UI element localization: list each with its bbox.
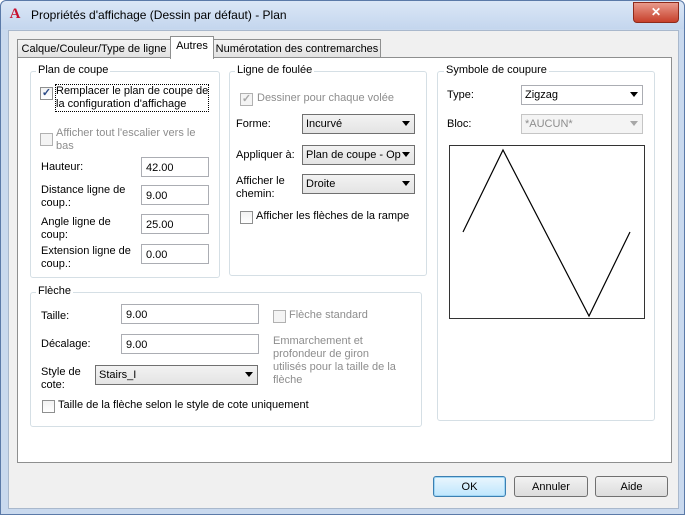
decalage-input[interactable]: 9.00 <box>121 334 259 354</box>
standard-arrow-checkbox[interactable] <box>273 310 286 323</box>
show-ramp-arrows-label: Afficher les flèches de la rampe <box>256 210 410 222</box>
group-title-ligne-de-foulee: Ligne de foulée <box>235 64 315 76</box>
decalage-label: Décalage: <box>41 338 91 350</box>
cancel-button[interactable]: Annuler <box>514 476 588 497</box>
draw-each-flight-label: Dessiner pour chaque volée <box>257 92 394 104</box>
extension-label: Extension ligne de coup.: <box>41 245 131 270</box>
tab-calque-couleur[interactable]: Calque/Couleur/Type de ligne <box>17 39 171 58</box>
chevron-down-icon <box>402 181 410 186</box>
group-title-symbole-coupure: Symbole de coupure <box>444 64 549 76</box>
type-select[interactable]: Zigzag <box>521 85 643 105</box>
chevron-down-icon <box>630 121 638 126</box>
hauteur-label: Hauteur: <box>41 161 84 173</box>
close-icon: ✕ <box>650 5 662 19</box>
chevron-down-icon <box>402 121 410 126</box>
size-by-dimstyle-label: Taille de la flèche selon le style de co… <box>58 399 309 411</box>
taille-label: Taille: <box>41 310 70 322</box>
draw-each-flight-checkbox[interactable]: ✓ <box>240 93 253 106</box>
afficher-chemin-label: Afficher le chemin: <box>236 175 285 200</box>
break-symbol-preview <box>449 145 645 319</box>
chevron-down-icon <box>245 372 253 377</box>
standard-arrow-label: Flèche standard <box>289 309 368 321</box>
chevron-down-icon <box>402 152 410 157</box>
style-cote-label: Style de cote: <box>41 366 81 391</box>
autocad-app-icon: A <box>9 6 21 22</box>
appliquer-label: Appliquer à: <box>236 149 295 161</box>
hauteur-input[interactable]: 42.00 <box>141 157 209 177</box>
distance-input[interactable]: 9.00 <box>141 185 209 205</box>
angle-input[interactable]: 25.00 <box>141 214 209 234</box>
show-full-stair-checkbox[interactable] <box>40 133 53 146</box>
afficher-chemin-select[interactable]: Droite <box>302 174 415 194</box>
zigzag-symbol-graphic <box>462 148 631 318</box>
show-full-stair-label: Afficher tout l'escalier vers le bas <box>56 127 196 152</box>
group-title-fleche: Flèche <box>36 285 74 297</box>
window-title: Propriétés d'affichage (Dessin par défau… <box>31 8 287 22</box>
help-button[interactable]: Aide <box>595 476 668 497</box>
arrow-size-note: Emmarchement et profondeur de giron util… <box>273 335 396 386</box>
close-button[interactable]: ✕ <box>633 2 679 23</box>
forme-label: Forme: <box>236 118 271 130</box>
chevron-down-icon <box>630 92 638 97</box>
angle-label: Angle ligne de coup: <box>41 216 111 241</box>
show-ramp-arrows-checkbox[interactable] <box>240 211 253 224</box>
ok-button[interactable]: OK <box>433 476 506 497</box>
group-title-plan-de-coupe: Plan de coupe <box>36 64 111 76</box>
type-label: Type: <box>447 89 474 101</box>
bloc-label: Bloc: <box>447 118 472 130</box>
distance-label: Distance ligne de coup.: <box>41 184 126 209</box>
size-by-dimstyle-checkbox[interactable] <box>42 400 55 413</box>
replace-cut-plane-label: Remplacer le plan de coupe de la configu… <box>54 84 210 112</box>
replace-cut-plane-checkbox[interactable]: ✓ <box>40 87 53 100</box>
forme-select[interactable]: Incurvé <box>302 114 415 134</box>
tab-autres[interactable]: Autres <box>170 36 214 59</box>
style-cote-select[interactable]: Stairs_I <box>95 365 258 385</box>
title-bar[interactable]: A Propriétés d'affichage (Dessin par déf… <box>1 1 684 29</box>
taille-input[interactable]: 9.00 <box>121 304 259 324</box>
appliquer-select[interactable]: Plan de coupe - Op <box>302 145 415 165</box>
tab-numerotation[interactable]: Numérotation des contremarches <box>213 39 381 58</box>
extension-input[interactable]: 0.00 <box>141 244 209 264</box>
bloc-select[interactable]: *AUCUN* <box>521 114 643 134</box>
